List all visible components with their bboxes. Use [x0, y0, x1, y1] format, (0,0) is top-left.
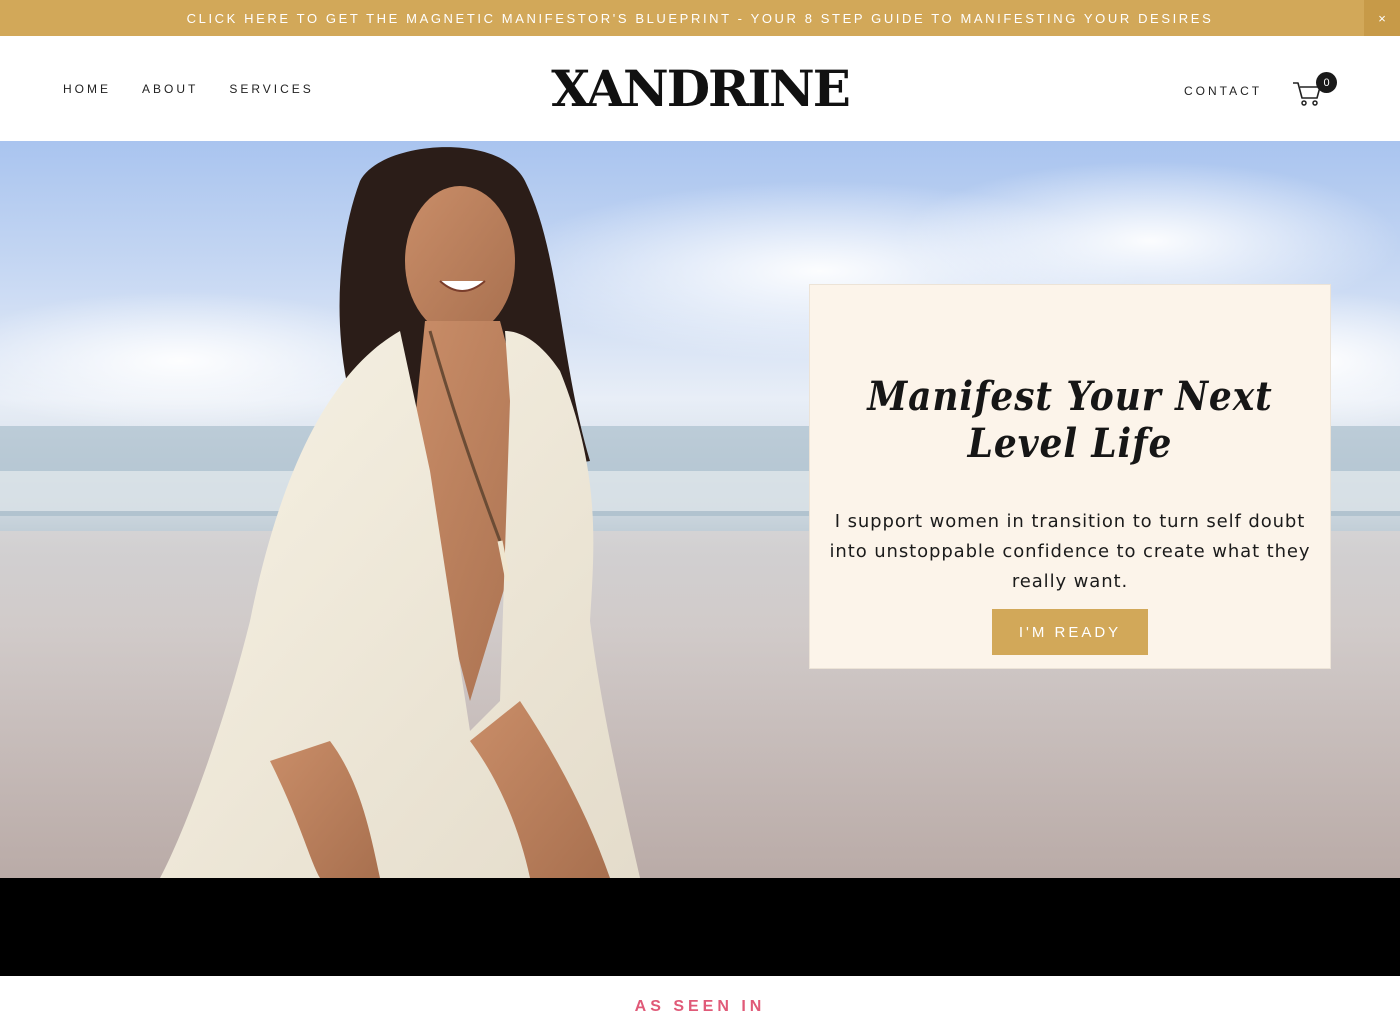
announcement-close-button[interactable]: × [1364, 0, 1400, 36]
site-logo[interactable]: XANDRINE [540, 58, 860, 118]
logo-wordmark: XANDRINE [551, 59, 851, 118]
video-band [0, 878, 1400, 976]
hero-card: Manifest Your Next Level Life I support … [809, 284, 1331, 669]
hero-title: Manifest Your Next Level Life [867, 373, 1273, 467]
announcement-link[interactable]: CLICK HERE TO GET THE MAGNETIC MANIFESTO… [187, 11, 1214, 26]
cart-button[interactable]: 0 [1292, 72, 1338, 106]
im-ready-button[interactable]: I'M READY [992, 609, 1148, 655]
logo-text: XANDRINE [551, 59, 849, 118]
announcement-bar: CLICK HERE TO GET THE MAGNETIC MANIFESTO… [0, 0, 1400, 36]
nav-services[interactable]: SERVICES [229, 82, 313, 96]
secondary-nav: CONTACT [1184, 82, 1262, 100]
hero-description: I support women in transition to turn se… [829, 511, 1311, 592]
cart-count-badge: 0 [1316, 72, 1337, 93]
close-icon: × [1378, 10, 1386, 26]
as-seen-in-heading: AS SEEN IN [634, 998, 766, 1015]
nav-about[interactable]: ABOUT [142, 82, 198, 96]
nav-home[interactable]: HOME [63, 82, 111, 96]
hero-section: Manifest Your Next Level Life I support … [0, 141, 1400, 878]
site-header: HOME ABOUT SERVICES XANDRINE CONTACT 0 [0, 36, 1400, 141]
nav-contact[interactable]: CONTACT [1184, 84, 1262, 98]
main-nav: HOME ABOUT SERVICES [63, 82, 345, 96]
